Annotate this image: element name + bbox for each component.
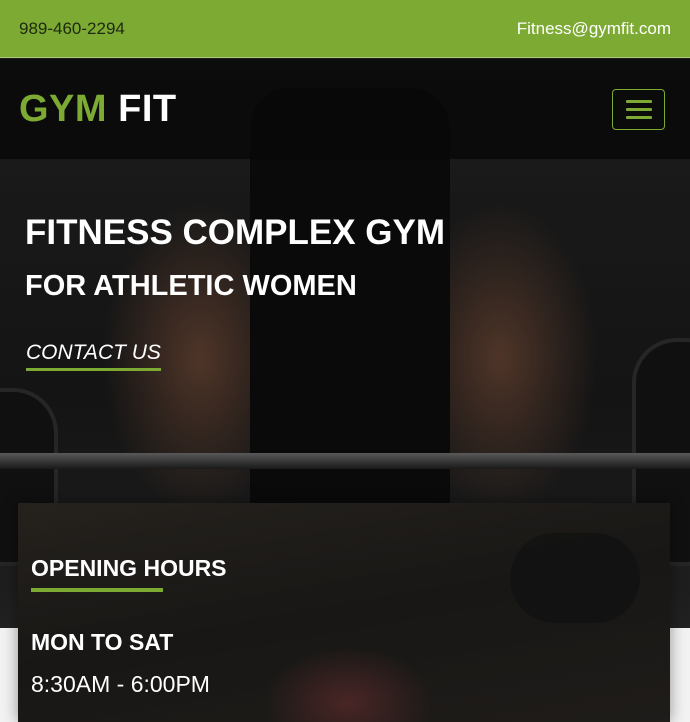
opening-hours-card: OPENING HOURS MON TO SAT 8:30AM - 6:00PM (18, 503, 670, 722)
hero-subtitle: FOR ATHLETIC WOMEN (25, 270, 357, 302)
logo-part-fit: FIT (118, 87, 177, 130)
navbar: GYM FIT (0, 59, 690, 159)
hero-title: FITNESS COMPLEX GYM (25, 213, 446, 252)
opening-hours-title: OPENING HOURS (31, 555, 227, 581)
page: 989-460-2294 Fitness@gymfit.com GYM FIT … (0, 0, 690, 722)
contact-topbar: 989-460-2294 Fitness@gymfit.com (0, 0, 690, 58)
email-link[interactable]: Fitness@gymfit.com (517, 19, 671, 39)
phone-link[interactable]: 989-460-2294 (19, 19, 125, 39)
opening-time: 8:30AM - 6:00PM (31, 671, 210, 697)
logo-part-gym: GYM (19, 87, 108, 130)
opening-days: MON TO SAT (31, 629, 174, 655)
hero-text: FITNESS COMPLEX GYM FOR ATHLETIC WOMEN (25, 215, 445, 301)
hamburger-menu-icon[interactable] (612, 88, 665, 130)
contact-us-link[interactable]: CONTACT US (26, 341, 161, 371)
logo[interactable]: GYM FIT (19, 88, 177, 131)
title-underline (31, 588, 163, 592)
